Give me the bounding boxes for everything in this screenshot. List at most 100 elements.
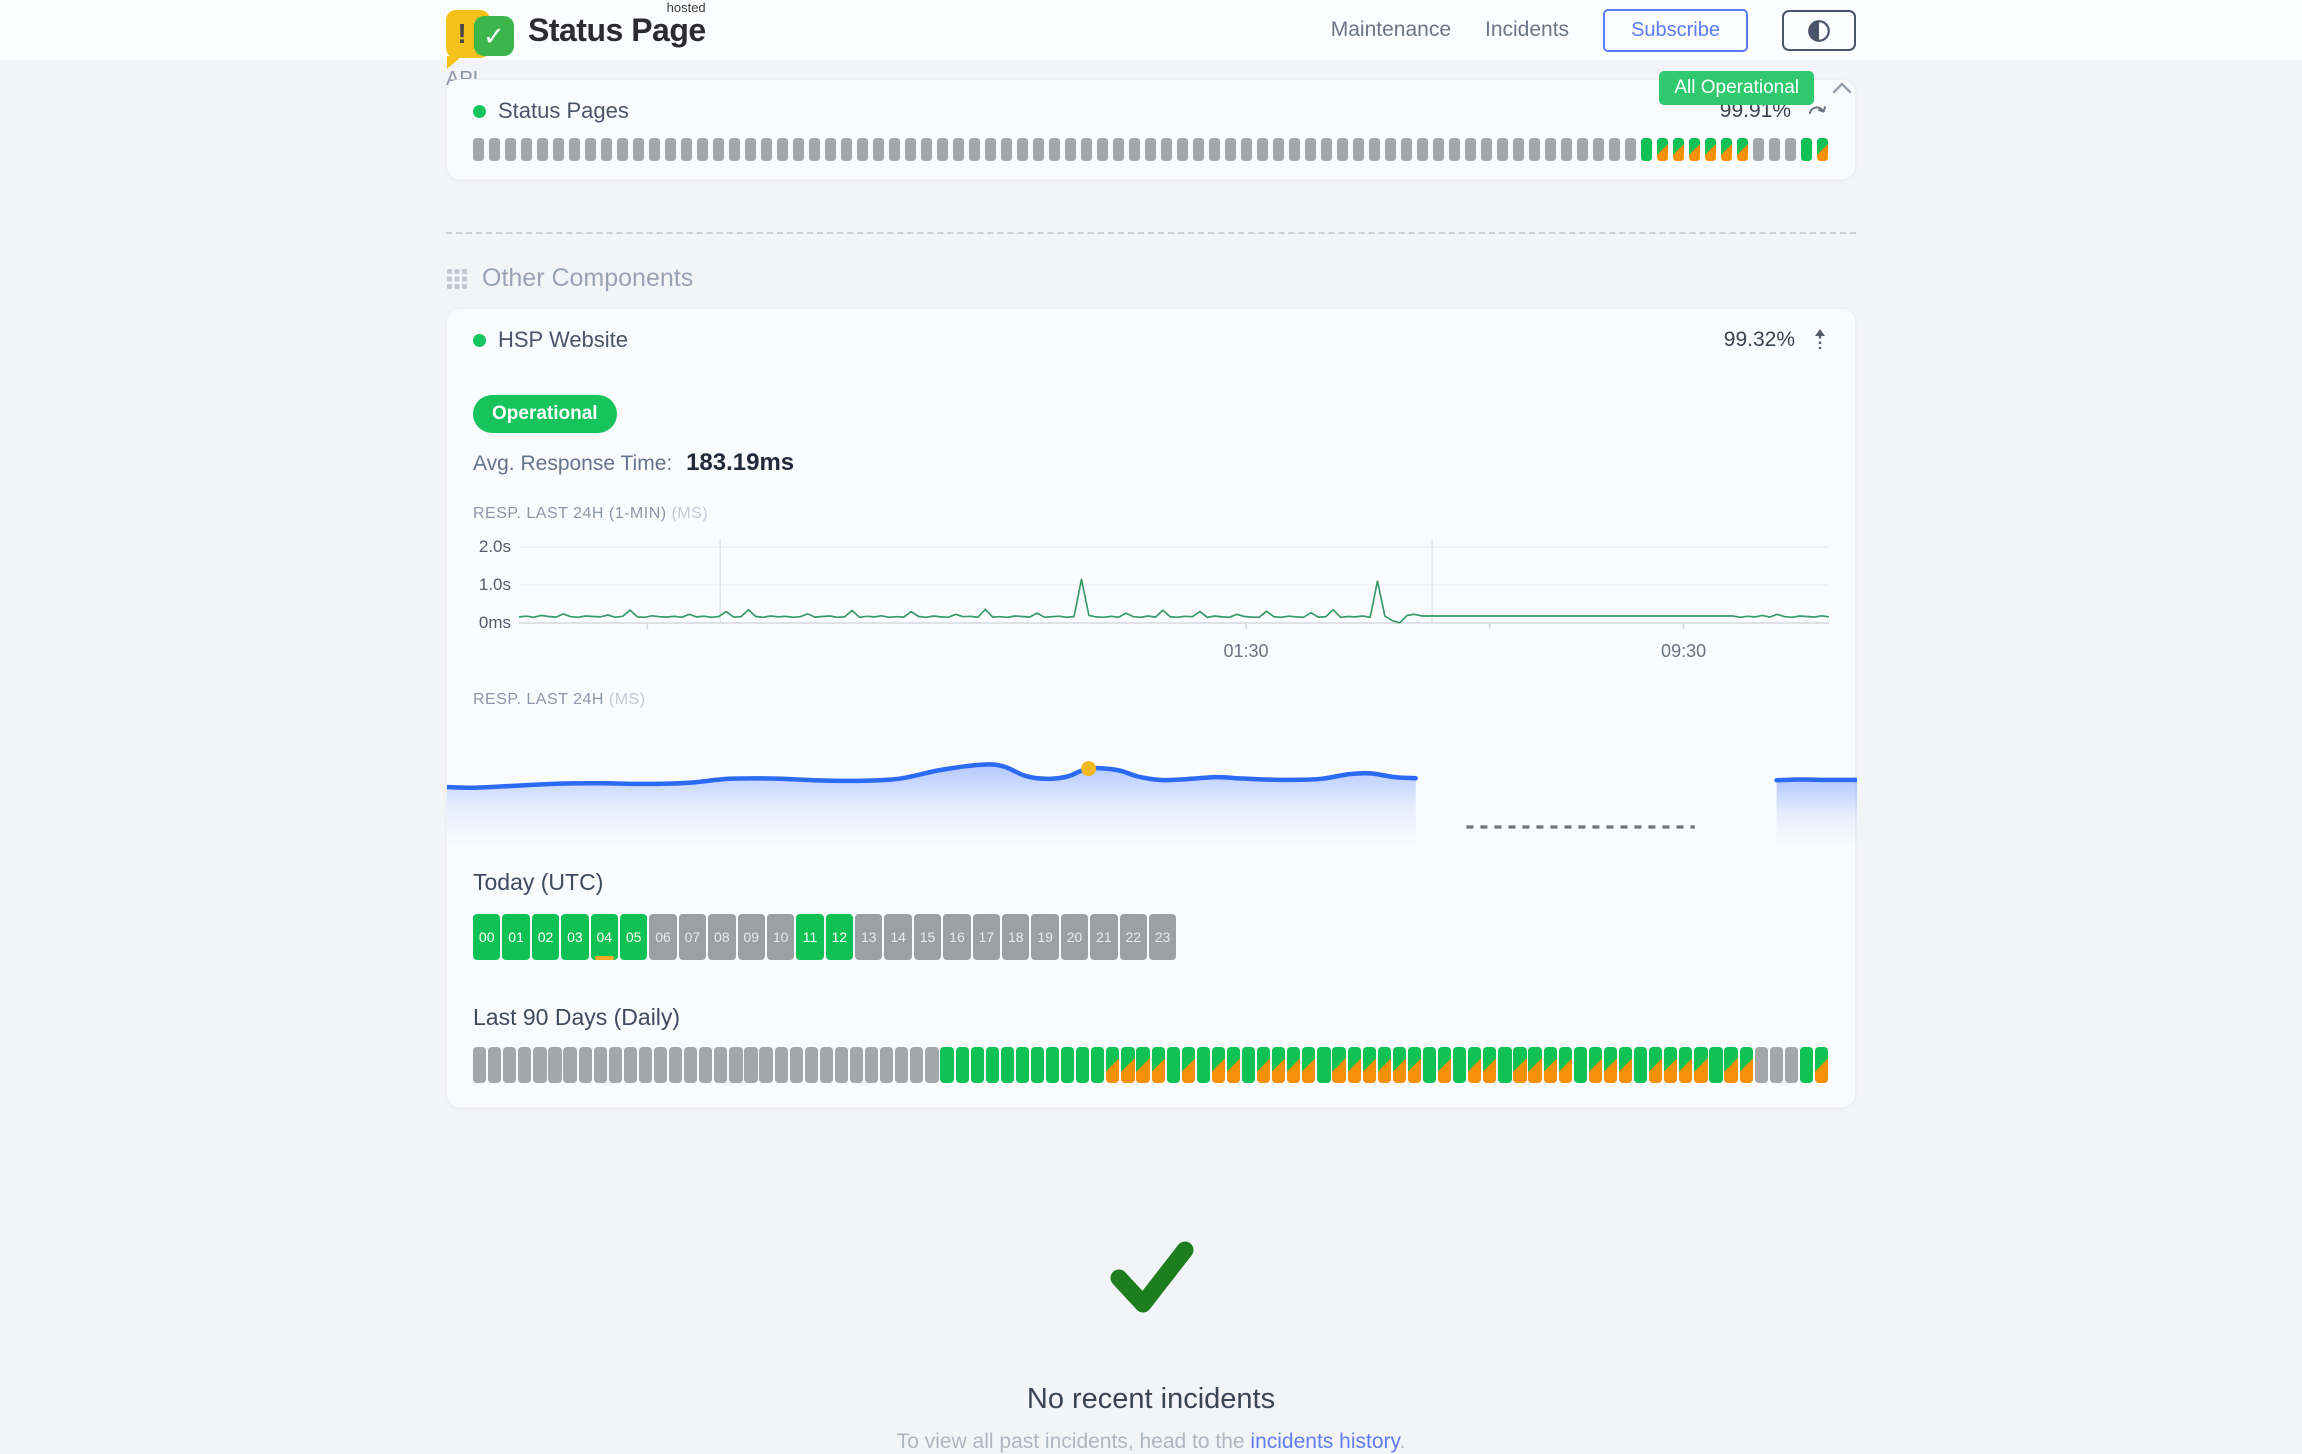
big-check-icon — [1091, 1226, 1211, 1326]
uptime-block — [1465, 138, 1476, 161]
exclamation-glyph: ! — [457, 18, 466, 50]
daily-uptime-block — [1106, 1047, 1119, 1083]
chart2-label: RESP. LAST 24H (MS) — [473, 691, 1829, 709]
daily-uptime-block — [669, 1047, 682, 1083]
daily-uptime-block — [594, 1047, 607, 1083]
uptime-block — [1129, 138, 1140, 161]
brand-logo-icon: ! ✓ — [446, 10, 514, 58]
daily-uptime-block — [805, 1047, 818, 1083]
hour-block: 20 — [1061, 914, 1088, 960]
no-recent-incidents-title: No recent incidents — [446, 1383, 1856, 1416]
daily-uptime-block — [971, 1047, 984, 1083]
hour-block: 02 — [532, 914, 559, 960]
avg-response-label: Avg. Response Time: — [473, 452, 672, 475]
daily-uptime-block — [488, 1047, 501, 1083]
uptime-block — [1193, 138, 1204, 161]
chart1-label: RESP. LAST 24H (1-MIN) (MS) — [473, 505, 1829, 523]
daily-uptime-block — [775, 1047, 788, 1083]
status-dot-icon — [473, 105, 486, 118]
uptime-block — [825, 138, 836, 161]
uptime-block — [1113, 138, 1124, 161]
daily-uptime-block — [1815, 1047, 1828, 1083]
today-hours-bar: 0001020304050607080910111213141516171819… — [473, 914, 1829, 960]
uptime-block — [905, 138, 916, 161]
subscribe-button[interactable]: Subscribe — [1603, 9, 1748, 52]
uptime-block — [1209, 138, 1220, 161]
brand-logo[interactable]: ! ✓ hosted Status Page — [446, 6, 706, 54]
daily-uptime-block — [1800, 1047, 1813, 1083]
uptime-block — [889, 138, 900, 161]
uptime-block — [1673, 138, 1684, 161]
daily-uptime-block — [699, 1047, 712, 1083]
hour-block: 23 — [1149, 914, 1176, 960]
daily-uptime-block — [1227, 1047, 1240, 1083]
uptime-block — [633, 138, 644, 161]
daily-uptime-block — [533, 1047, 546, 1083]
uptime-block — [761, 138, 772, 161]
daily-uptime-block — [1332, 1047, 1345, 1083]
daily-uptime-block — [548, 1047, 561, 1083]
uptime-block — [681, 138, 692, 161]
brand-superscript: hosted — [667, 0, 706, 15]
uptime-block — [1641, 138, 1652, 161]
uptime-block — [665, 138, 676, 161]
daily-uptime-block — [473, 1047, 486, 1083]
uptime-block — [1353, 138, 1364, 161]
daily-uptime-block — [835, 1047, 848, 1083]
nav-incidents[interactable]: Incidents — [1485, 18, 1569, 42]
theme-toggle-button[interactable] — [1782, 10, 1856, 51]
uptime-block — [585, 138, 596, 161]
main-nav: Maintenance Incidents Subscribe — [1331, 9, 1856, 52]
chevron-up-icon[interactable] — [1828, 78, 1856, 98]
daily-uptime-block — [986, 1047, 999, 1083]
uptime-block — [857, 138, 868, 161]
daily-uptime-block — [1528, 1047, 1541, 1083]
uptime-block — [1161, 138, 1172, 161]
uptime-block — [1593, 138, 1604, 161]
daily-uptime-block — [1483, 1047, 1496, 1083]
daily-uptime-block — [1272, 1047, 1285, 1083]
uptime-block — [473, 138, 484, 161]
uptime-block — [1385, 138, 1396, 161]
uptime-block — [1289, 138, 1300, 161]
expand-arrow-icon[interactable] — [1811, 328, 1829, 352]
daily-uptime-block — [1438, 1047, 1451, 1083]
section-title-other-components: Other Components — [446, 264, 1856, 293]
daily-uptime-block — [1046, 1047, 1059, 1083]
uptime-block — [1017, 138, 1028, 161]
response-time-24h-chart — [447, 717, 1855, 847]
incidents-history-link[interactable]: incidents history — [1250, 1430, 1399, 1453]
hour-block: 17 — [973, 914, 1000, 960]
uptime-block — [1305, 138, 1316, 161]
daily-uptime-block — [1589, 1047, 1602, 1083]
daily-uptime-block — [940, 1047, 953, 1083]
daily-uptime-block — [880, 1047, 893, 1083]
uptime-block — [1753, 138, 1764, 161]
daily-uptime-block — [1740, 1047, 1753, 1083]
uptime-block — [1625, 138, 1636, 161]
daily-uptime-block — [609, 1047, 622, 1083]
today-title: Today (UTC) — [473, 869, 1829, 896]
daily-uptime-block — [1152, 1047, 1165, 1083]
daily-uptime-block — [925, 1047, 938, 1083]
uptime-block — [1561, 138, 1572, 161]
daily-uptime-block — [1182, 1047, 1195, 1083]
uptime-block — [1801, 138, 1812, 161]
uptime-block — [1513, 138, 1524, 161]
hour-block: 01 — [502, 914, 529, 960]
avg-response-row: Avg. Response Time: 183.19ms — [473, 449, 1829, 477]
daily-uptime-block — [1393, 1047, 1406, 1083]
uptime-bar-api — [473, 138, 1829, 161]
uptime-block — [617, 138, 628, 161]
hour-block: 00 — [473, 914, 500, 960]
daily-uptime-block — [1634, 1047, 1647, 1083]
component-name: Status Pages — [498, 98, 629, 124]
daily-uptime-block — [1076, 1047, 1089, 1083]
nav-maintenance[interactable]: Maintenance — [1331, 18, 1451, 42]
chart2-marker-dot — [1081, 761, 1096, 776]
response-time-1min-chart: 2.0s 1.0s 0ms 01:3009:30 — [473, 539, 1829, 663]
uptime-block — [1097, 138, 1108, 161]
uptime-block — [745, 138, 756, 161]
daily-uptime-block — [729, 1047, 742, 1083]
uptime-block — [553, 138, 564, 161]
